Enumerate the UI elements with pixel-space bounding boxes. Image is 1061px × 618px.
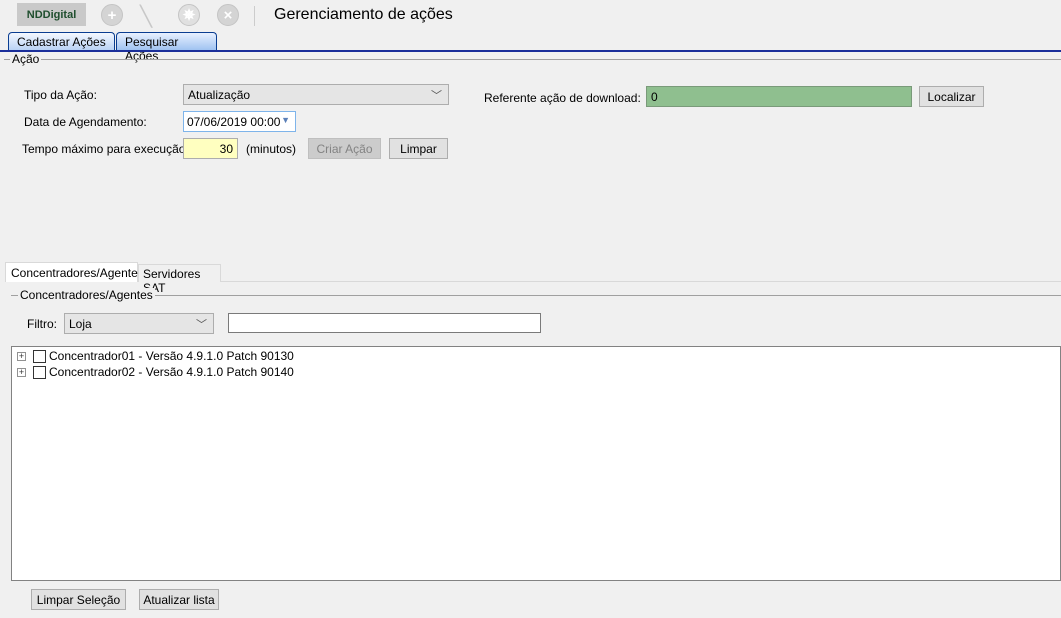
tipo-select[interactable]: Atualização ﹀ [183, 84, 449, 105]
subtab-concentradores[interactable]: Concentradores/Agentes [5, 262, 144, 282]
expand-icon[interactable]: + [17, 351, 26, 361]
agentes-group-label: Concentradores/Agentes [18, 288, 155, 302]
page-title: Gerenciamento de ações [274, 6, 453, 23]
subtab-servidores-sat[interactable]: Servidores SAT [138, 264, 221, 295]
dropdown-arrow-icon: ▼ [281, 115, 290, 125]
filtro-label: Filtro: [27, 317, 57, 331]
settings-icon[interactable]: ✵ [178, 4, 200, 26]
data-label: Data de Agendamento: [24, 115, 147, 129]
referente-input[interactable]: 0 [646, 86, 912, 107]
add-icon[interactable]: + [101, 4, 123, 26]
limpar-button[interactable]: Limpar [389, 138, 448, 159]
data-value: 07/06/2019 00:00 [187, 115, 281, 129]
concentradores-tree[interactable]: + Concentrador01 - Versão 4.9.1.0 Patch 9… [11, 346, 1061, 581]
tree-node-label: Concentrador01 - Versão 4.9.1.0 Patch 90… [49, 349, 294, 363]
agentes-group-line [11, 295, 1061, 296]
chevron-down-icon: ﹀ [196, 319, 207, 331]
tempo-label: Tempo máximo para execução: [22, 142, 189, 156]
tipo-value: Atualização [188, 88, 251, 102]
tab-underline [0, 50, 1061, 52]
acao-group-line [4, 59, 1061, 60]
tree-node[interactable]: + Concentrador02 - Versão 4.9.1.0 Patch 9… [17, 365, 294, 379]
chevron-down-icon: ﹀ [431, 90, 442, 102]
tab-cadastrar-acoes[interactable]: Cadastrar Ações [8, 32, 115, 51]
localizar-button[interactable]: Localizar [919, 86, 984, 107]
tipo-label: Tipo da Ação: [24, 88, 97, 102]
filtro-select[interactable]: Loja ﹀ [64, 313, 214, 334]
nddigital-logo: NDDigital [17, 3, 86, 26]
expand-icon[interactable]: + [17, 367, 26, 377]
atualizar-lista-button[interactable]: Atualizar lista [139, 589, 219, 610]
tempo-input[interactable]: 30 [183, 138, 238, 159]
criar-acao-button[interactable]: Criar Ação [308, 138, 381, 159]
filtro-text-input[interactable] [228, 313, 541, 333]
checkbox[interactable] [33, 365, 46, 379]
limpar-selecao-button[interactable]: Limpar Seleção [31, 589, 126, 610]
tree-node[interactable]: + Concentrador01 - Versão 4.9.1.0 Patch 9… [17, 349, 294, 363]
delete-icon[interactable]: × [217, 4, 239, 26]
checkbox[interactable] [33, 349, 46, 363]
toolbar-divider [254, 6, 255, 26]
tempo-unit: (minutos) [246, 142, 297, 156]
filtro-value: Loja [69, 317, 92, 331]
tree-node-label: Concentrador02 - Versão 4.9.1.0 Patch 90… [49, 365, 294, 379]
data-picker[interactable]: 07/06/2019 00:00 ▼ [183, 111, 296, 132]
acao-group-label: Ação [10, 52, 42, 66]
referente-label: Referente ação de download: [484, 91, 641, 105]
tab-pesquisar-acoes[interactable]: Pesquisar Ações [116, 32, 217, 63]
edit-icon[interactable]: ╲ [140, 4, 152, 29]
